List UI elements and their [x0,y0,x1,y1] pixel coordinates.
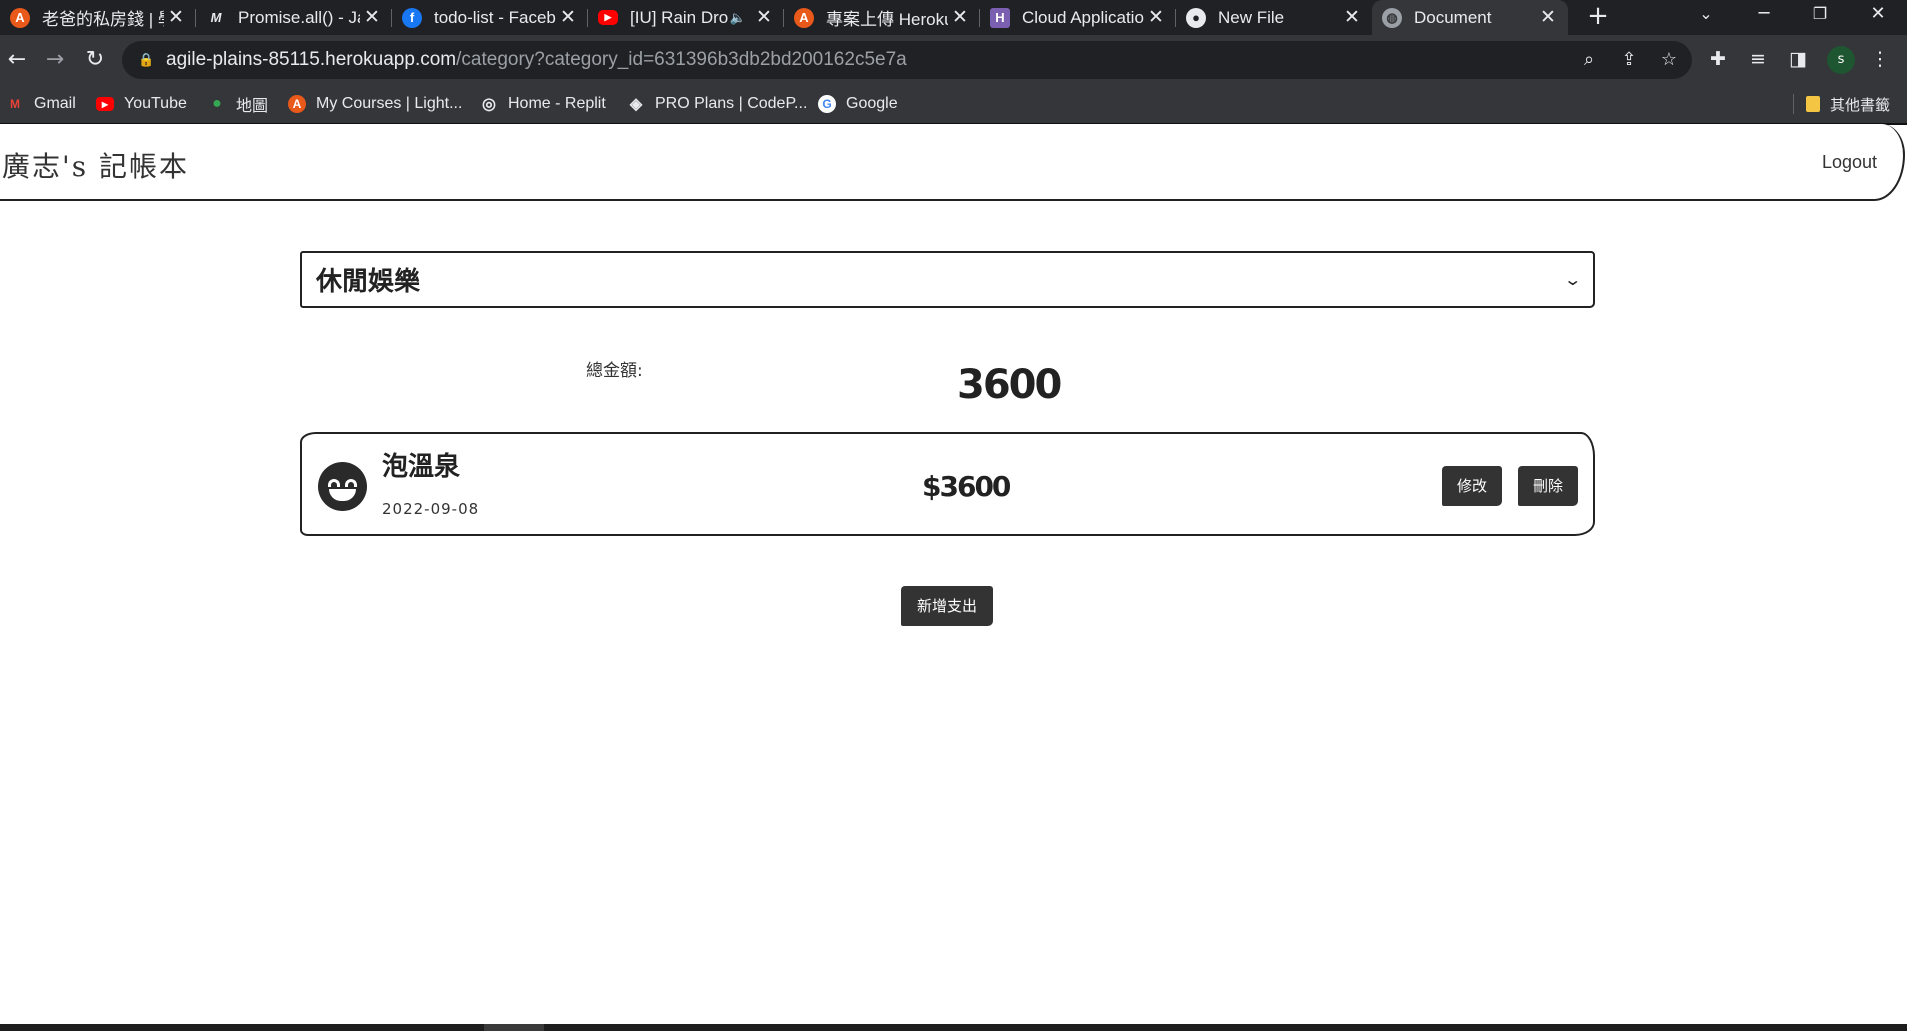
address-bar[interactable]: 🔒 agile-plains-85115.herokuapp.com/categ… [122,41,1692,79]
bookmark-label: Home - Replit [508,95,606,112]
bookmark-label: My Courses | Light... [316,95,463,112]
profile-avatar[interactable]: s [1827,46,1855,74]
url-path: /category?category_id=631396b3db2bd20016… [456,49,907,70]
zoom-icon[interactable]: ⌕ [1577,49,1601,71]
back-icon[interactable]: ← [0,43,34,77]
bookmark-google[interactable]: G Google [818,85,898,123]
tab-alpha-camp[interactable]: A 老爸的私房錢 | 學 ✕ [0,0,196,35]
bookmark-label: 其他書籤 [1830,96,1891,114]
facebook-icon: f [402,7,422,28]
url-host: agile-plains-85115.herokuapp.com [166,49,457,70]
bookmark-label: YouTube [124,95,187,112]
category-selected-value: 休閒娛樂 [316,267,421,297]
delete-button[interactable]: 刪除 [1518,466,1578,506]
browser-tab-strip: A 老爸的私房錢 | 學 ✕ M Promise.all() - Ja ✕ f … [0,0,1907,35]
tab-youtube[interactable]: ▶ [IU] Rain Dro 🔈 ✕ [588,0,784,35]
close-icon[interactable]: ✕ [164,6,188,29]
close-icon[interactable]: ✕ [752,6,776,29]
bookmarks-bar: M Gmail ▶ YouTube ● 地圖 A My Courses | Li… [0,85,1907,123]
close-icon[interactable]: ✕ [1536,6,1560,29]
chevron-down-icon: ⌄ [1562,270,1582,289]
folder-icon [1806,96,1820,112]
bookmark-my-courses[interactable]: A My Courses | Light... [288,85,462,123]
mdn-icon: M [210,10,222,25]
google-icon: G [818,95,836,113]
add-expense-button[interactable]: 新增支出 [901,586,993,626]
edit-button[interactable]: 修改 [1442,466,1502,506]
tab-search-icon[interactable]: ⌄ [1678,0,1734,32]
bookmark-gmail[interactable]: M Gmail [6,85,76,123]
bookmark-maps[interactable]: ● 地圖 [208,85,268,123]
alpha-camp-icon: A [10,7,30,28]
minimize-button[interactable]: ─ [1736,0,1792,32]
codepen-icon: ◈ [629,96,643,113]
restore-button[interactable]: ❐ [1792,0,1848,32]
maps-pin-icon: ● [212,95,222,112]
youtube-icon: ▶ [96,97,114,111]
bookmark-youtube[interactable]: ▶ YouTube [96,85,187,123]
tab-title: 老爸的私房錢 | 學 [42,10,164,29]
bookmark-label: Gmail [34,95,76,112]
other-bookmarks-folder[interactable]: 其他書籤 [1806,85,1890,123]
scrollbar-thumb[interactable] [484,1024,544,1031]
youtube-icon: ▶ [598,10,618,25]
expense-record: 泡溫泉 2022-09-08 $3600 修改 刪除 [300,432,1595,536]
close-icon[interactable]: ✕ [556,6,580,29]
extensions-icon[interactable]: ✚ [1705,48,1731,72]
tab-title: New File [1218,7,1285,27]
close-icon[interactable]: ✕ [1340,6,1364,29]
replit-icon: ◎ [482,96,496,113]
total-amount-value: 3600 [957,362,1062,408]
bookmark-label: Google [846,95,898,112]
globe-icon: ◍ [1382,7,1402,28]
bookmark-label: PRO Plans | CodeP... [655,95,808,112]
media-control-icon[interactable]: ≡ [1745,48,1771,72]
tab-title: 專案上傳 Heroku [826,10,948,29]
close-icon[interactable]: ✕ [1144,6,1168,29]
close-icon[interactable]: ✕ [948,6,972,29]
share-icon[interactable]: ⇪ [1617,49,1641,71]
tab-github-new-file[interactable]: ● New File ✕ [1176,0,1372,35]
gmail-icon: M [10,97,20,111]
browser-toolbar: ← → ↻ 🔒 agile-plains-85115.herokuapp.com… [0,35,1907,85]
url-text: agile-plains-85115.herokuapp.com/categor… [166,49,907,71]
bookmark-replit[interactable]: ◎ Home - Replit [480,85,606,123]
heroku-icon: H [990,7,1010,28]
record-date: 2022-09-08 [382,500,480,518]
grinning-face-icon [318,462,367,511]
bookmark-star-icon[interactable]: ☆ [1657,49,1681,71]
side-panel-icon[interactable]: ◨ [1785,48,1811,72]
app-navbar [0,124,1905,201]
tab-title: Promise.all() - Ja [238,7,360,27]
tab-heroku-upload[interactable]: A 專案上傳 Heroku ✕ [784,0,980,35]
bookmark-codepen[interactable]: ◈ PRO Plans | CodeP... [627,85,808,123]
tab-facebook[interactable]: f todo-list - Faceb ✕ [392,0,588,35]
tab-mdn-promise[interactable]: M Promise.all() - Ja ✕ [196,0,392,35]
tab-title: Document [1414,7,1492,27]
tab-title: Cloud Applicatio [1022,7,1144,27]
total-amount-label: 總金額: [586,361,643,381]
tab-document[interactable]: ◍ Document ✕ [1372,0,1568,35]
bookmark-label: 地圖 [236,98,269,115]
logout-link[interactable]: Logout [1822,152,1877,173]
close-icon[interactable]: ✕ [360,6,384,29]
tab-title: [IU] Rain Dro [630,7,729,27]
menu-kebab-icon[interactable]: ⋮ [1867,48,1893,72]
forward-icon[interactable]: → [38,43,72,77]
reload-icon[interactable]: ↻ [78,43,112,77]
alpha-camp-icon: A [794,7,814,28]
new-tab-button[interactable]: + [1582,1,1614,33]
lock-icon[interactable]: 🔒 [138,53,154,68]
category-select[interactable]: 休閒娛樂 ⌄ [300,251,1595,308]
app-brand[interactable]: 廣志's 記帳本 [2,145,189,185]
alpha-camp-icon: A [288,95,306,113]
record-name: 泡溫泉 [382,452,461,482]
horizontal-scrollbar[interactable] [0,1024,1907,1031]
tab-cloud-application[interactable]: H Cloud Applicatio ✕ [980,0,1176,35]
record-amount: $3600 [922,470,1011,503]
window-close-button[interactable]: ✕ [1850,0,1906,32]
tab-title: todo-list - Faceb [434,7,556,27]
speaker-icon[interactable]: 🔈 [730,10,746,26]
github-icon: ● [1186,7,1206,28]
